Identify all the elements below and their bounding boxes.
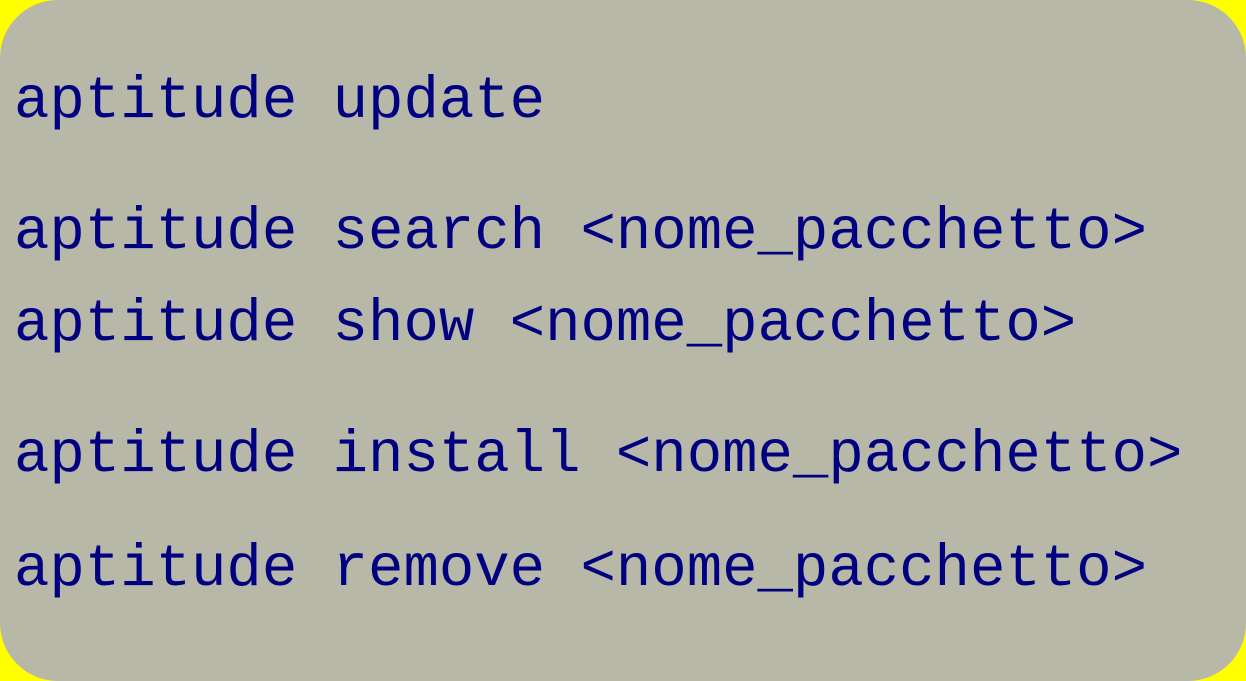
command-remove: aptitude remove <nome_pacchetto>	[14, 536, 1147, 603]
command-install: aptitude install <nome_pacchetto>	[14, 422, 1183, 489]
command-show: aptitude show <nome_pacchetto>	[14, 291, 1077, 358]
command-panel: aptitude update aptitude search <nome_pa…	[0, 0, 1246, 681]
command-search: aptitude search <nome_pacchetto>	[14, 199, 1147, 266]
command-update: aptitude update	[14, 68, 546, 135]
